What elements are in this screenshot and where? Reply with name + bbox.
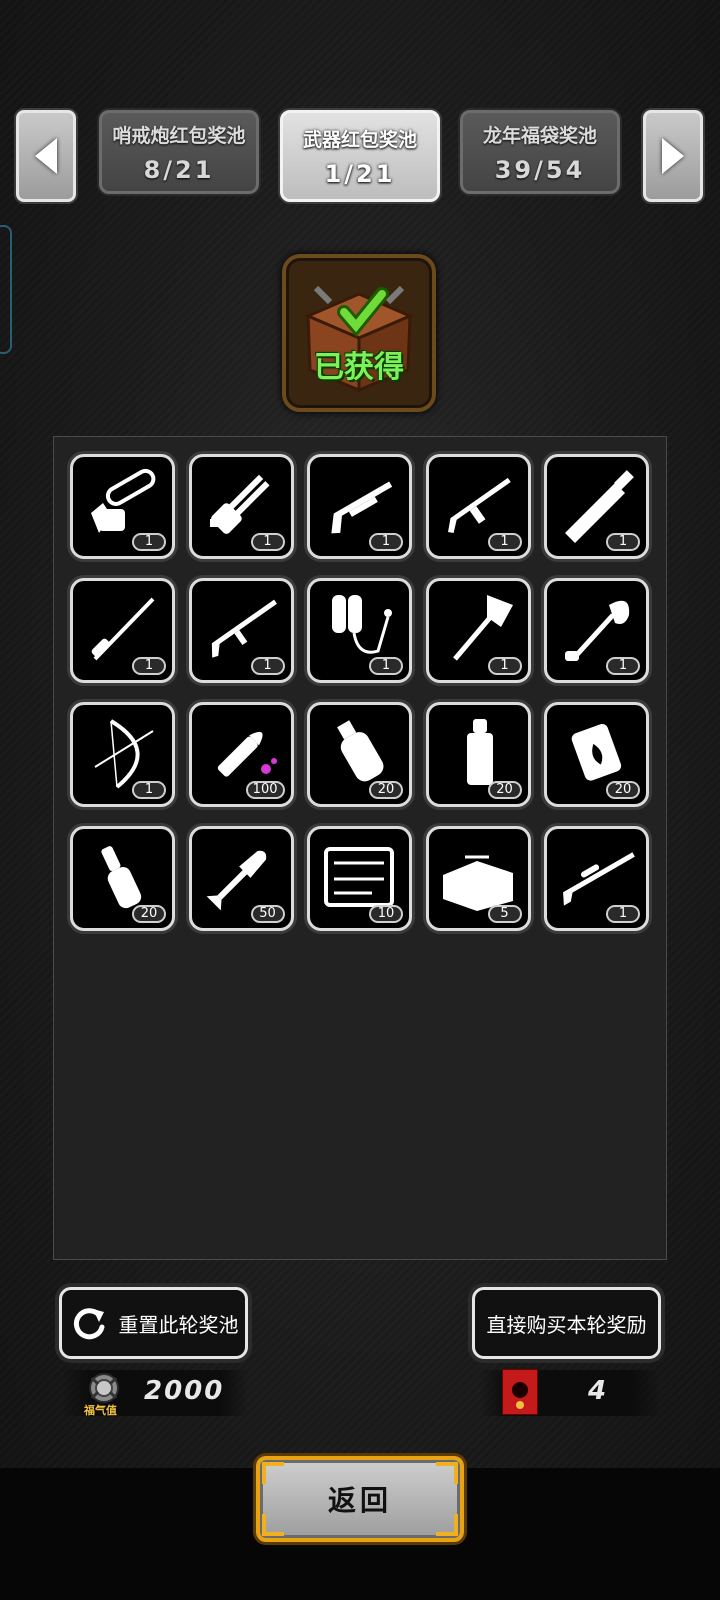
assault-rifle-icon <box>447 477 511 533</box>
item-quantity: 1 <box>250 533 285 551</box>
item-quantity: 10 <box>369 905 403 923</box>
reward-slot[interactable]: 20 <box>307 702 412 807</box>
reward-slot[interactable]: 1 <box>425 454 531 559</box>
reward-slot[interactable]: 1 <box>70 578 175 683</box>
reward-slot[interactable]: 1 <box>188 578 294 683</box>
pool-progress: 1/21 <box>324 159 396 188</box>
arrow-right-icon <box>662 138 684 174</box>
rocket-icon <box>206 850 266 911</box>
luck-value: 2000 <box>144 1376 225 1406</box>
incendiary-grenade-icon <box>466 719 493 785</box>
reward-slot[interactable]: 5 <box>425 826 531 931</box>
rifle-icon <box>211 599 277 658</box>
reset-label: 重置此轮奖池 <box>118 1312 239 1337</box>
corner-ornament <box>436 1514 458 1536</box>
reward-slot[interactable]: 50 <box>188 826 294 931</box>
corner-ornament <box>262 1462 284 1484</box>
item-quantity: 100 <box>245 781 285 799</box>
item-quantity: 5 <box>487 905 522 923</box>
reward-slot[interactable]: 1 <box>544 578 649 683</box>
broadsword-icon <box>565 470 634 543</box>
back-button[interactable]: 返回 <box>256 1456 464 1542</box>
reward-slot[interactable]: 10 <box>307 826 412 931</box>
item-quantity: 1 <box>369 533 403 551</box>
obtained-label: 已获得 <box>314 350 404 385</box>
back-label: 返回 <box>327 1484 392 1517</box>
tool-case-icon <box>324 847 394 907</box>
gatling-gun-icon <box>209 474 270 534</box>
item-quantity: 1 <box>369 657 403 675</box>
luck-label: 福气值 <box>84 1404 117 1417</box>
pool-progress: 8/21 <box>143 155 215 184</box>
bullet-icon <box>217 731 277 777</box>
flamethrower-icon <box>332 595 392 654</box>
axe-icon <box>452 595 513 661</box>
spear-icon <box>91 597 155 661</box>
luck-stat: 福气值 2000 <box>62 1370 248 1417</box>
refresh-icon <box>73 1308 104 1340</box>
item-quantity: 20 <box>132 905 166 923</box>
item-quantity: 50 <box>250 905 285 923</box>
reward-grid: 1 1 1 1 1 1 1 1 1 1 1 100 20 20 20 20 50 10 5 1 <box>70 454 649 931</box>
reward-slot[interactable]: 20 <box>70 826 175 931</box>
reward-slot[interactable]: 1 <box>70 702 175 807</box>
pool-progress: 39/54 <box>494 155 586 184</box>
tab-pool-sentry[interactable]: 哨戒炮红包奖池 8/21 <box>99 110 259 194</box>
grand-prize-chest: 已获得 <box>282 254 436 412</box>
shovel-icon <box>565 600 630 661</box>
reward-slot[interactable]: 1 <box>425 578 531 683</box>
item-quantity: 20 <box>487 781 522 799</box>
item-quantity: 1 <box>606 905 640 923</box>
arrow-left-icon <box>35 138 57 174</box>
frag-grenade-icon <box>337 720 384 782</box>
pool-name: 武器红包奖池 <box>302 128 417 151</box>
reward-slot[interactable]: 1 <box>307 454 412 559</box>
item-quantity: 20 <box>369 781 403 799</box>
reward-slot[interactable]: 1 <box>544 454 649 559</box>
reward-slot[interactable]: 1 <box>307 578 412 683</box>
pool-name: 龙年福袋奖池 <box>482 124 597 147</box>
item-quantity: 20 <box>606 781 640 799</box>
item-quantity: 1 <box>132 533 166 551</box>
reward-slot[interactable]: 1 <box>70 454 175 559</box>
shotgun-icon <box>331 481 393 534</box>
item-quantity: 1 <box>132 657 166 675</box>
reward-panel: 1 1 1 1 1 1 1 1 1 1 1 100 20 20 20 20 50 10 5 1 <box>53 436 667 1260</box>
item-quantity: 1 <box>606 533 640 551</box>
reward-slot[interactable]: 1 <box>188 454 294 559</box>
item-quantity: 1 <box>606 657 640 675</box>
tab-pool-weapon[interactable]: 武器红包奖池 1/21 <box>280 110 440 202</box>
tab-pool-dragon[interactable]: 龙年福袋奖池 39/54 <box>460 110 620 194</box>
corner-ornament <box>262 1514 284 1536</box>
red-envelope-icon <box>502 1369 538 1415</box>
prev-pool-button[interactable] <box>16 110 76 202</box>
stick-grenade-icon <box>101 846 142 909</box>
item-quantity: 1 <box>250 657 285 675</box>
reward-slot[interactable]: 1 <box>544 826 649 931</box>
redpack-stat: 4 <box>480 1369 660 1416</box>
next-pool-button[interactable] <box>643 110 703 202</box>
side-drawer-handle[interactable] <box>0 225 12 354</box>
buy-rewards-button[interactable]: 直接购买本轮奖励 <box>472 1287 661 1359</box>
item-quantity: 1 <box>132 781 166 799</box>
toolbox-icon <box>442 855 513 911</box>
item-quantity: 1 <box>487 657 522 675</box>
fire-mine-icon <box>571 723 622 781</box>
buy-label: 直接购买本轮奖励 <box>486 1312 647 1337</box>
reward-slot[interactable]: 20 <box>425 702 531 807</box>
chainsaw-icon <box>91 468 156 533</box>
item-quantity: 1 <box>487 533 522 551</box>
pool-name: 哨戒炮红包奖池 <box>112 124 246 147</box>
sniper-rifle-icon <box>563 852 635 906</box>
reward-slot[interactable]: 100 <box>188 702 294 807</box>
reset-pool-button[interactable]: 重置此轮奖池 <box>59 1287 248 1359</box>
redpack-count: 4 <box>588 1376 609 1406</box>
compound-bow-icon <box>94 719 154 789</box>
corner-ornament <box>436 1462 458 1484</box>
reward-slot[interactable]: 20 <box>544 702 649 807</box>
